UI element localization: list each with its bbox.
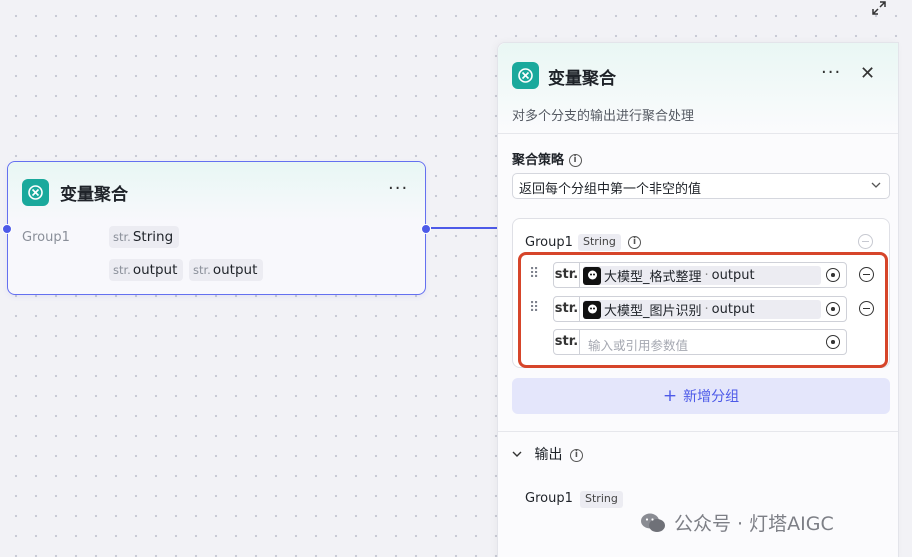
input-port[interactable]	[2, 224, 12, 234]
node-group-label: Group1	[22, 230, 70, 245]
wechat-icon	[641, 513, 665, 532]
node-output-tag: str. output	[109, 259, 184, 281]
watermark-text: 公众号 · 灯塔AIGC	[674, 513, 834, 535]
node-more-button[interactable]: ···	[388, 178, 408, 199]
type-prefix: str.	[193, 263, 211, 277]
chevron-down-icon	[512, 451, 522, 457]
type-value: String	[132, 229, 174, 245]
chevron-down-icon	[871, 182, 881, 188]
add-group-button[interactable]: + 新增分组	[512, 378, 890, 414]
node-type-tag: str. String	[109, 226, 180, 248]
output-type-badge: String	[580, 491, 623, 508]
type-prefix: str.	[113, 263, 131, 277]
output-name: output	[212, 262, 258, 278]
plus-icon: +	[662, 386, 678, 406]
node-output-tag: str. output	[189, 259, 264, 281]
output-port[interactable]	[421, 224, 431, 234]
divider	[498, 133, 898, 134]
connection-edge	[431, 227, 497, 229]
type-prefix: str.	[113, 230, 131, 244]
output-item: Group1 String	[525, 491, 623, 508]
add-group-label: 新增分组	[683, 389, 740, 405]
output-label: 输出	[534, 447, 563, 463]
strategy-value: 返回每个分组中第一个非空的值	[519, 182, 702, 197]
watermark: 公众号 · 灯塔AIGC	[640, 509, 834, 536]
strategy-label-text: 聚合策略	[512, 153, 565, 168]
strategy-select[interactable]: 返回每个分组中第一个非空的值	[512, 173, 890, 199]
panel-description: 对多个分支的输出进行聚合处理	[512, 109, 695, 124]
info-icon[interactable]: i	[568, 154, 582, 167]
divider	[498, 431, 898, 432]
info-icon[interactable]: i	[569, 448, 583, 462]
highlight-box	[518, 252, 888, 368]
aggregate-icon	[512, 62, 539, 89]
group-type-badge: String	[578, 234, 621, 251]
info-icon[interactable]: i	[628, 236, 641, 249]
panel-title: 变量聚合	[548, 69, 616, 89]
panel-more-button[interactable]: ···	[821, 62, 841, 83]
node-title: 变量聚合	[60, 185, 128, 205]
variable-aggregator-node[interactable]: 变量聚合 ··· Group1 str. String str. output …	[2, 161, 431, 295]
strategy-label: 聚合策略 i	[512, 149, 582, 168]
close-icon[interactable]: ✕	[860, 63, 875, 84]
group-name: Group1	[525, 235, 573, 250]
expand-icon[interactable]	[871, 0, 887, 16]
aggregate-icon	[22, 179, 49, 206]
output-section-header[interactable]: 输出 i	[512, 444, 583, 464]
output-name: output	[132, 262, 178, 278]
output-item-name: Group1	[525, 491, 573, 506]
remove-group-icon[interactable]	[858, 234, 873, 249]
